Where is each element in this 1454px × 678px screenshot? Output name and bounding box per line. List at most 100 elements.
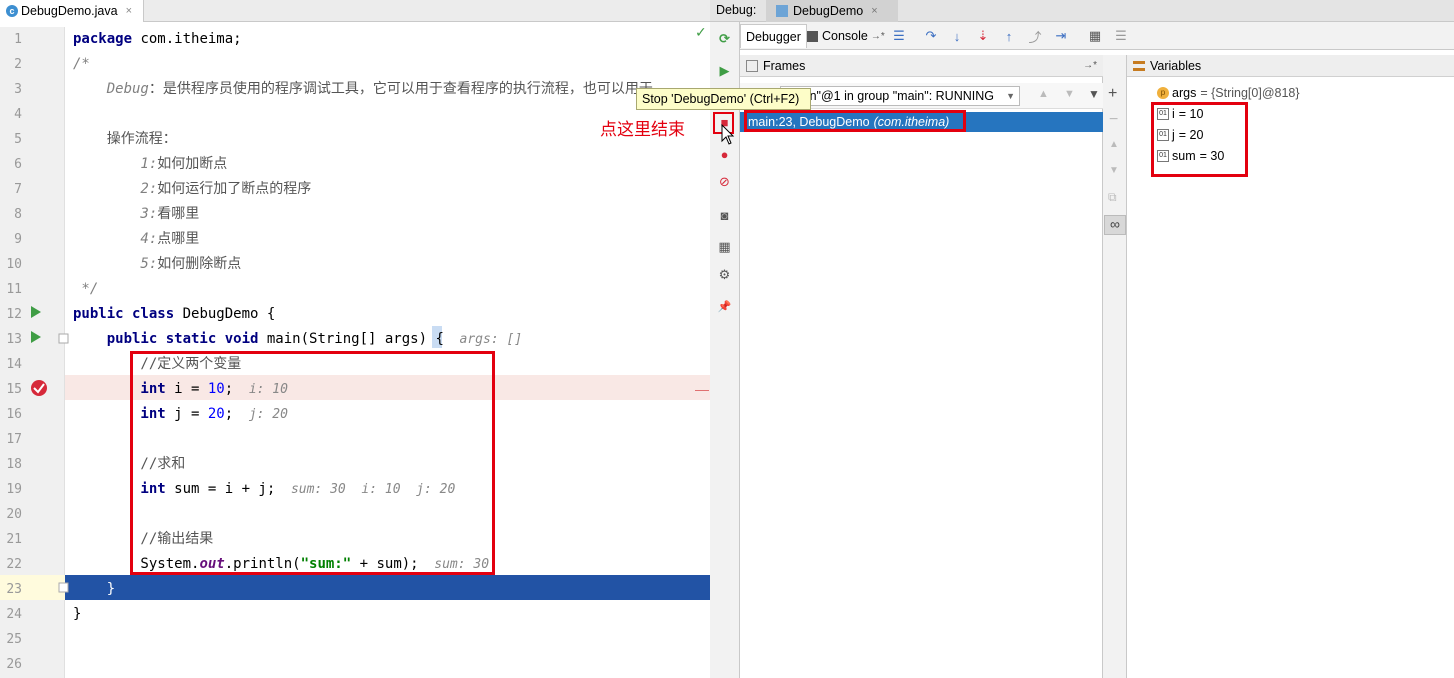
chevron-down-icon: ▼ [1006,91,1015,101]
code-line-7[interactable]: 2:如何运行加了断点的程序 [73,177,311,202]
code-line-6[interactable]: 1:如何加断点 [73,152,227,177]
line-number: 22 [6,557,22,572]
evaluate-expression-icon[interactable]: ▦ [1086,27,1104,45]
line-number: 26 [6,657,22,672]
step-over-icon[interactable]: ↷ [922,27,940,45]
line-number: 13 [6,332,22,347]
mute-breakpoints-icon[interactable]: ⊘ [716,173,733,190]
infinity-toggle-icon[interactable]: ∞ [1104,215,1126,235]
line-number: 20 [6,507,22,522]
java-class-icon: c [6,5,18,17]
code-line-8[interactable]: 3:看哪里 [73,202,199,227]
frames-pin-icon[interactable]: →* [1083,60,1097,71]
variables-panel: Variables p args = {String[0]@818} 01 i … [1127,55,1454,678]
filter-icon[interactable]: ▼ [1088,87,1100,101]
thread-dropdown[interactable]: "main"@1 in group "main": RUNNING ▼ [780,86,1020,106]
rerun-icon[interactable]: ⟳ [716,30,733,47]
mouse-cursor-icon [721,124,735,145]
breakpoint-marker-stripe [695,390,709,391]
annotation-box-code [130,351,495,575]
view-breakpoints-icon[interactable]: ● [716,146,733,163]
run-to-cursor-icon[interactable]: ⇥ [1052,27,1070,45]
line-number: 9 [14,232,22,247]
run-main-icon[interactable] [30,330,42,344]
frames-icon [746,59,758,72]
line-number: 21 [6,532,22,547]
execution-line-highlight [65,575,710,600]
variable-args[interactable]: p args = {String[0]@818} [1157,82,1300,103]
line-number: 12 [6,307,22,322]
code-line-3[interactable]: Debug：是供程序员使用的程序调试工具，它可以用于查看程序的执行流程，也可以用… [73,77,653,102]
debug-header-label: Debug: [716,3,757,17]
move-up-icon[interactable]: ▲ [1109,139,1119,150]
code-line-10[interactable]: 5:如何删除断点 [73,252,241,277]
line-number: 1 [14,32,22,47]
breakpoint-icon[interactable] [29,378,49,398]
line-number: 4 [14,107,22,122]
code-line-24[interactable]: } [73,602,81,627]
previous-frame-icon[interactable]: ▲ [1038,88,1049,100]
annotation-box-variables [1151,102,1248,177]
drop-frame-icon[interactable]: ⤴ [1026,27,1044,45]
line-number: 2 [14,57,22,72]
code-line-13[interactable]: public static void main(String[] args) {… [73,327,522,352]
code-line-2[interactable]: /* [73,52,90,77]
debug-tool-window: Debug: DebugDemo × ⟳ ▶ ■ ● ⊘ ◙ ▦ ⚙ 📌 Deb… [710,0,1454,678]
remove-watch-icon[interactable]: − [1109,111,1118,129]
copy-icon[interactable]: ⧉ [1108,190,1117,205]
line-number: 24 [6,607,22,622]
editor-tab-filename: DebugDemo.java [21,4,118,18]
annotation-text: 点这里结束 [600,120,685,140]
variable-value: = {String[0]@818} [1200,85,1300,100]
fold-end-icon[interactable] [58,582,70,594]
debug-header: Debug: DebugDemo × [710,0,1454,22]
close-tab-icon[interactable]: × [126,5,132,17]
line-number: 10 [6,257,22,272]
close-session-icon[interactable]: × [871,5,877,17]
code-line-23[interactable]: } [73,577,115,602]
run-class-icon[interactable] [30,305,42,319]
move-down-icon[interactable]: ▼ [1109,165,1119,176]
code-line-1[interactable]: package com.itheima; [73,27,242,52]
fold-icon[interactable] [58,333,70,345]
force-step-into-icon[interactable]: ⇣ [974,27,992,45]
line-number: 8 [14,207,22,222]
add-watch-icon[interactable]: + [1108,85,1117,103]
console-icon [807,30,818,42]
parameter-icon: p [1157,86,1169,99]
pin-icon[interactable]: 📌 [716,298,733,315]
frames-panel: Frames →* "main"@1 in group "main": RUNN… [740,55,1103,678]
line-number: 5 [14,132,22,147]
debug-session-tab[interactable]: DebugDemo × [766,0,898,22]
console-pin-icon[interactable]: →* [871,31,885,42]
variables-icon [1133,60,1145,71]
settings-icon[interactable]: ⚙ [716,266,733,283]
line-number: 15 [6,382,22,397]
line-number: 25 [6,632,22,647]
code-line-11[interactable]: */ [73,277,98,302]
trace-icon[interactable]: ☰ [1112,27,1130,45]
frames-header: Frames →* [740,55,1103,77]
line-number: 11 [6,282,22,297]
layout-icon[interactable]: ▦ [716,238,733,255]
tab-debugger[interactable]: Debugger [740,24,807,48]
editor-tab-debugdemo[interactable]: c DebugDemo.java × [0,0,144,22]
line-number: 14 [6,357,22,372]
step-out-icon[interactable]: ↑ [1000,27,1018,45]
variable-name: args [1172,85,1197,100]
code-line-5[interactable]: 操作流程： [73,127,177,152]
camera-icon[interactable]: ◙ [716,207,733,224]
step-into-icon[interactable]: ↓ [948,27,966,45]
session-icon [776,5,788,17]
line-number: 18 [6,457,22,472]
line-number: 6 [14,157,22,172]
code-line-9[interactable]: 4:点哪里 [73,227,199,252]
tab-console[interactable]: Console →* [802,24,890,48]
next-frame-icon[interactable]: ▼ [1064,88,1075,100]
resume-icon[interactable]: ▶ [716,62,733,79]
code-line-12[interactable]: public class DebugDemo { [73,302,275,327]
show-execution-point-icon[interactable]: ☰ [890,27,908,45]
editor-pane: c DebugDemo.java × 1 2 3 4 5 6 7 8 9 10 … [0,0,710,678]
editor-tab-bar: c DebugDemo.java × [0,0,710,22]
tab-console-label: Console [822,29,868,43]
